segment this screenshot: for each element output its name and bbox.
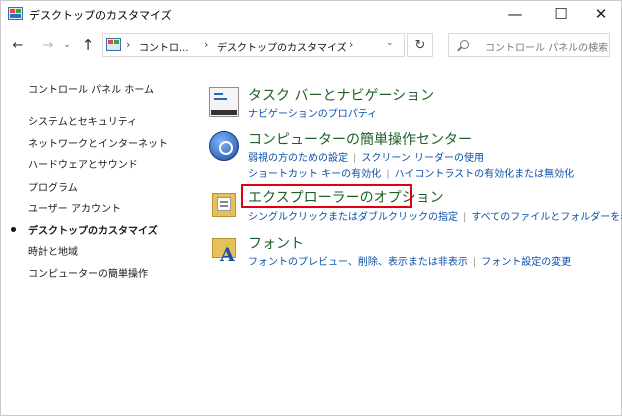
maximize-icon: ☐	[554, 5, 568, 23]
minimize-icon: —	[507, 5, 523, 23]
arrow-up-icon: ↑	[81, 36, 95, 54]
font-icon: A	[209, 235, 239, 266]
title-bar[interactable]: デスクトップのカスタマイズ — ☐ ✕	[1, 1, 621, 27]
sidebar-item-system-security[interactable]: システムとセキュリティ	[28, 113, 137, 128]
category-title-fonts[interactable]: フォント	[248, 233, 304, 253]
minimize-button[interactable]: —	[492, 1, 538, 27]
refresh-button[interactable]: ↻	[407, 33, 433, 57]
control-panel-icon	[106, 38, 121, 51]
search-input[interactable]: コントロール パネルの検索	[485, 39, 608, 54]
sidebar-item-hardware-sound[interactable]: ハードウェアとサウンド	[28, 156, 138, 171]
sidebar-item-ease-of-access[interactable]: コンピューターの簡単操作	[28, 265, 148, 280]
control-panel-icon	[8, 7, 23, 20]
link-font-preview[interactable]: フォントのプレビュー、削除、表示または非表示	[248, 257, 468, 268]
highlight-box	[241, 184, 412, 208]
navigation-bar: ← → ⌄ ↑ › コントロ... › デスクトップのカスタマイズ › ⌄ ↻ …	[1, 31, 621, 59]
sidebar-item-network-internet[interactable]: ネットワークとインターネット	[28, 135, 168, 150]
refresh-icon: ↻	[414, 37, 426, 53]
link-separator: |	[353, 153, 357, 164]
link-shortcut-keys[interactable]: ショートカット キーの有効化	[248, 169, 381, 180]
close-button[interactable]: ✕	[578, 1, 622, 27]
current-item-bullet	[11, 227, 16, 232]
breadcrumb-separator[interactable]: ›	[126, 38, 130, 51]
sidebar-item-programs[interactable]: プログラム	[28, 179, 78, 194]
explorer-options-icon	[209, 189, 239, 219]
control-panel-home-link[interactable]: コントロール パネル ホーム	[28, 81, 154, 96]
window-title: デスクトップのカスタマイズ	[29, 9, 172, 22]
breadcrumb-desktop-customization[interactable]: デスクトップのカスタマイズ	[217, 39, 347, 54]
link-show-all-files[interactable]: すべてのファイルとフォルダーを表示	[471, 212, 622, 223]
category-title-ease-of-access[interactable]: コンピューターの簡単操作センター	[248, 129, 472, 149]
close-icon: ✕	[594, 5, 608, 23]
address-bar[interactable]: › コントロ... › デスクトップのカスタマイズ › ⌄	[102, 33, 405, 57]
link-high-contrast[interactable]: ハイコントラストの有効化または無効化	[395, 169, 575, 180]
forward-button[interactable]: →	[39, 35, 57, 55]
back-button[interactable]: ←	[9, 35, 27, 55]
link-separator: |	[472, 257, 477, 268]
sidebar-item-clock-region[interactable]: 時計と地域	[28, 243, 78, 258]
left-pane: コントロール パネル ホーム システムとセキュリティ ネットワークとインターネッ…	[1, 71, 201, 301]
control-panel-window: デスクトップのカスタマイズ — ☐ ✕ ← → ⌄ ↑ › コントロ... › …	[0, 0, 622, 416]
arrow-right-icon: →	[42, 37, 54, 53]
chevron-down-icon: ⌄	[63, 40, 71, 50]
ease-of-access-icon	[209, 131, 239, 161]
category-title-taskbar[interactable]: タスク バーとナビゲーション	[248, 85, 434, 105]
address-dropdown-icon[interactable]: ⌄	[386, 38, 394, 48]
link-low-vision-settings[interactable]: 弱視の方のための設定	[248, 153, 348, 164]
link-font-settings[interactable]: フォント設定の変更	[481, 257, 571, 268]
sidebar-item-user-accounts[interactable]: ユーザー アカウント	[28, 200, 121, 215]
breadcrumb-separator[interactable]: ›	[204, 38, 208, 51]
search-box[interactable]: コントロール パネルの検索	[448, 33, 610, 57]
search-icon	[460, 40, 469, 49]
sidebar-item-desktop-customization: デスクトップのカスタマイズ	[28, 226, 158, 237]
link-single-double-click[interactable]: シングルクリックまたはダブルクリックの指定	[248, 212, 458, 223]
recent-locations-button[interactable]: ⌄	[61, 35, 73, 55]
breadcrumb-control-panel[interactable]: コントロ...	[139, 39, 189, 54]
arrow-left-icon: ←	[12, 37, 24, 53]
taskbar-icon	[209, 87, 239, 117]
link-separator: |	[463, 212, 467, 223]
up-button[interactable]: ↑	[79, 35, 97, 55]
link-navigation-properties[interactable]: ナビゲーションのプロパティ	[248, 109, 377, 120]
link-separator: |	[386, 169, 390, 180]
breadcrumb-separator[interactable]: ›	[349, 38, 353, 51]
link-screen-reader[interactable]: スクリーン リーダーの使用	[361, 153, 484, 164]
